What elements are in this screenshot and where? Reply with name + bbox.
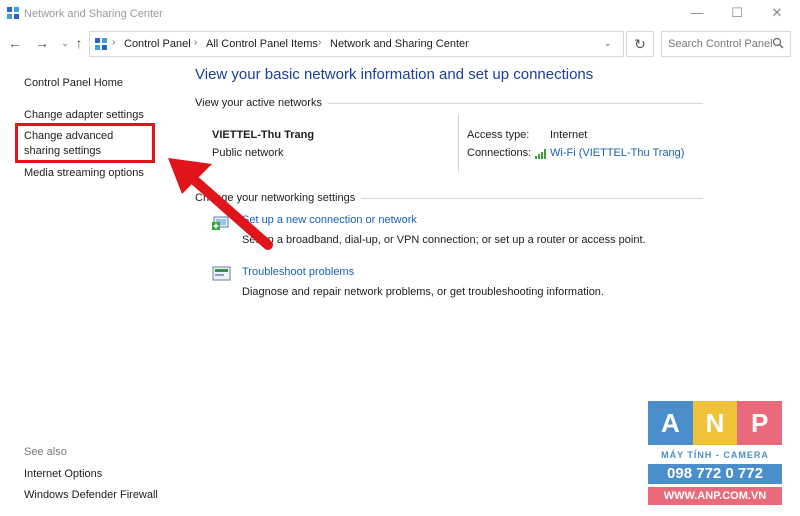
sidebar-item-adapter-settings[interactable]: Change adapter settings <box>24 108 144 123</box>
anp-watermark: A N P MÁY TÍNH - CAMERA 098 772 0 772 WW… <box>648 401 782 507</box>
access-type-value: Internet <box>550 129 588 141</box>
access-type-label: Access type: <box>467 129 530 141</box>
breadcrumb-separator: › <box>194 37 198 48</box>
breadcrumb-control-panel[interactable]: Control Panel <box>124 38 191 50</box>
search-placeholder: Search Control Panel <box>668 38 773 50</box>
connections-label: Connections: <box>467 147 532 159</box>
highlight-box <box>15 123 155 163</box>
breadcrumb-all-items[interactable]: All Control Panel Items <box>206 38 318 50</box>
title-bar: Network and Sharing Center — ☐ ✕ <box>0 0 800 28</box>
network-name: VIETTEL-Thu Trang <box>212 129 315 141</box>
navigation-bar: ← → ⌄ ↑ › Control Panel › All Control Pa… <box>0 28 800 60</box>
logo-letter-a: A <box>648 401 693 445</box>
see-also-heading: See also <box>24 446 67 458</box>
window-title: Network and Sharing Center <box>24 8 163 20</box>
sidebar-item-control-panel-home[interactable]: Control Panel Home <box>24 76 123 91</box>
minimize-button[interactable]: — <box>677 0 717 28</box>
sidebar-item-media-streaming[interactable]: Media streaming options <box>24 166 144 181</box>
wifi-signal-icon <box>535 149 546 159</box>
back-button[interactable]: ← <box>7 35 23 51</box>
refresh-button[interactable]: ↻ <box>626 31 654 57</box>
breadcrumb-separator: › <box>318 37 322 48</box>
troubleshoot-description: Diagnose and repair network problems, or… <box>242 286 604 298</box>
address-bar[interactable]: › Control Panel › All Control Panel Item… <box>89 31 624 57</box>
forward-button[interactable]: → <box>34 35 50 51</box>
logo-phone: 098 772 0 772 <box>648 464 782 484</box>
search-icon <box>772 37 784 49</box>
pointer-arrow-icon <box>168 158 273 250</box>
logo-letter-p: P <box>737 401 782 445</box>
breadcrumb-separator: › <box>112 37 116 48</box>
up-button[interactable]: ↑ <box>71 35 87 51</box>
see-also-internet-options[interactable]: Internet Options <box>24 467 102 482</box>
logo-tiles: A N P <box>648 401 782 445</box>
wifi-connection-link[interactable]: Wi-Fi (VIETTEL-Thu Trang) <box>550 147 684 159</box>
see-also-firewall[interactable]: Windows Defender Firewall <box>24 488 158 503</box>
page-title: View your basic network information and … <box>195 66 594 83</box>
active-networks-heading: View your active networks <box>195 97 328 109</box>
setup-connection-description: Set up a broadband, dial-up, or VPN conn… <box>242 234 646 246</box>
breadcrumb-network-center[interactable]: Network and Sharing Center <box>330 38 469 50</box>
network-center-icon <box>7 7 19 19</box>
control-panel-icon <box>95 38 107 50</box>
close-button[interactable]: ✕ <box>757 0 797 28</box>
logo-subtitle: MÁY TÍNH - CAMERA <box>661 450 769 460</box>
maximize-button[interactable]: ☐ <box>717 0 757 28</box>
logo-website: WWW.ANP.COM.VN <box>648 487 782 505</box>
address-dropdown-icon[interactable]: ⌄ <box>604 38 612 49</box>
search-input[interactable]: Search Control Panel <box>661 31 791 57</box>
network-divider <box>458 114 459 172</box>
logo-letter-n: N <box>692 401 738 445</box>
